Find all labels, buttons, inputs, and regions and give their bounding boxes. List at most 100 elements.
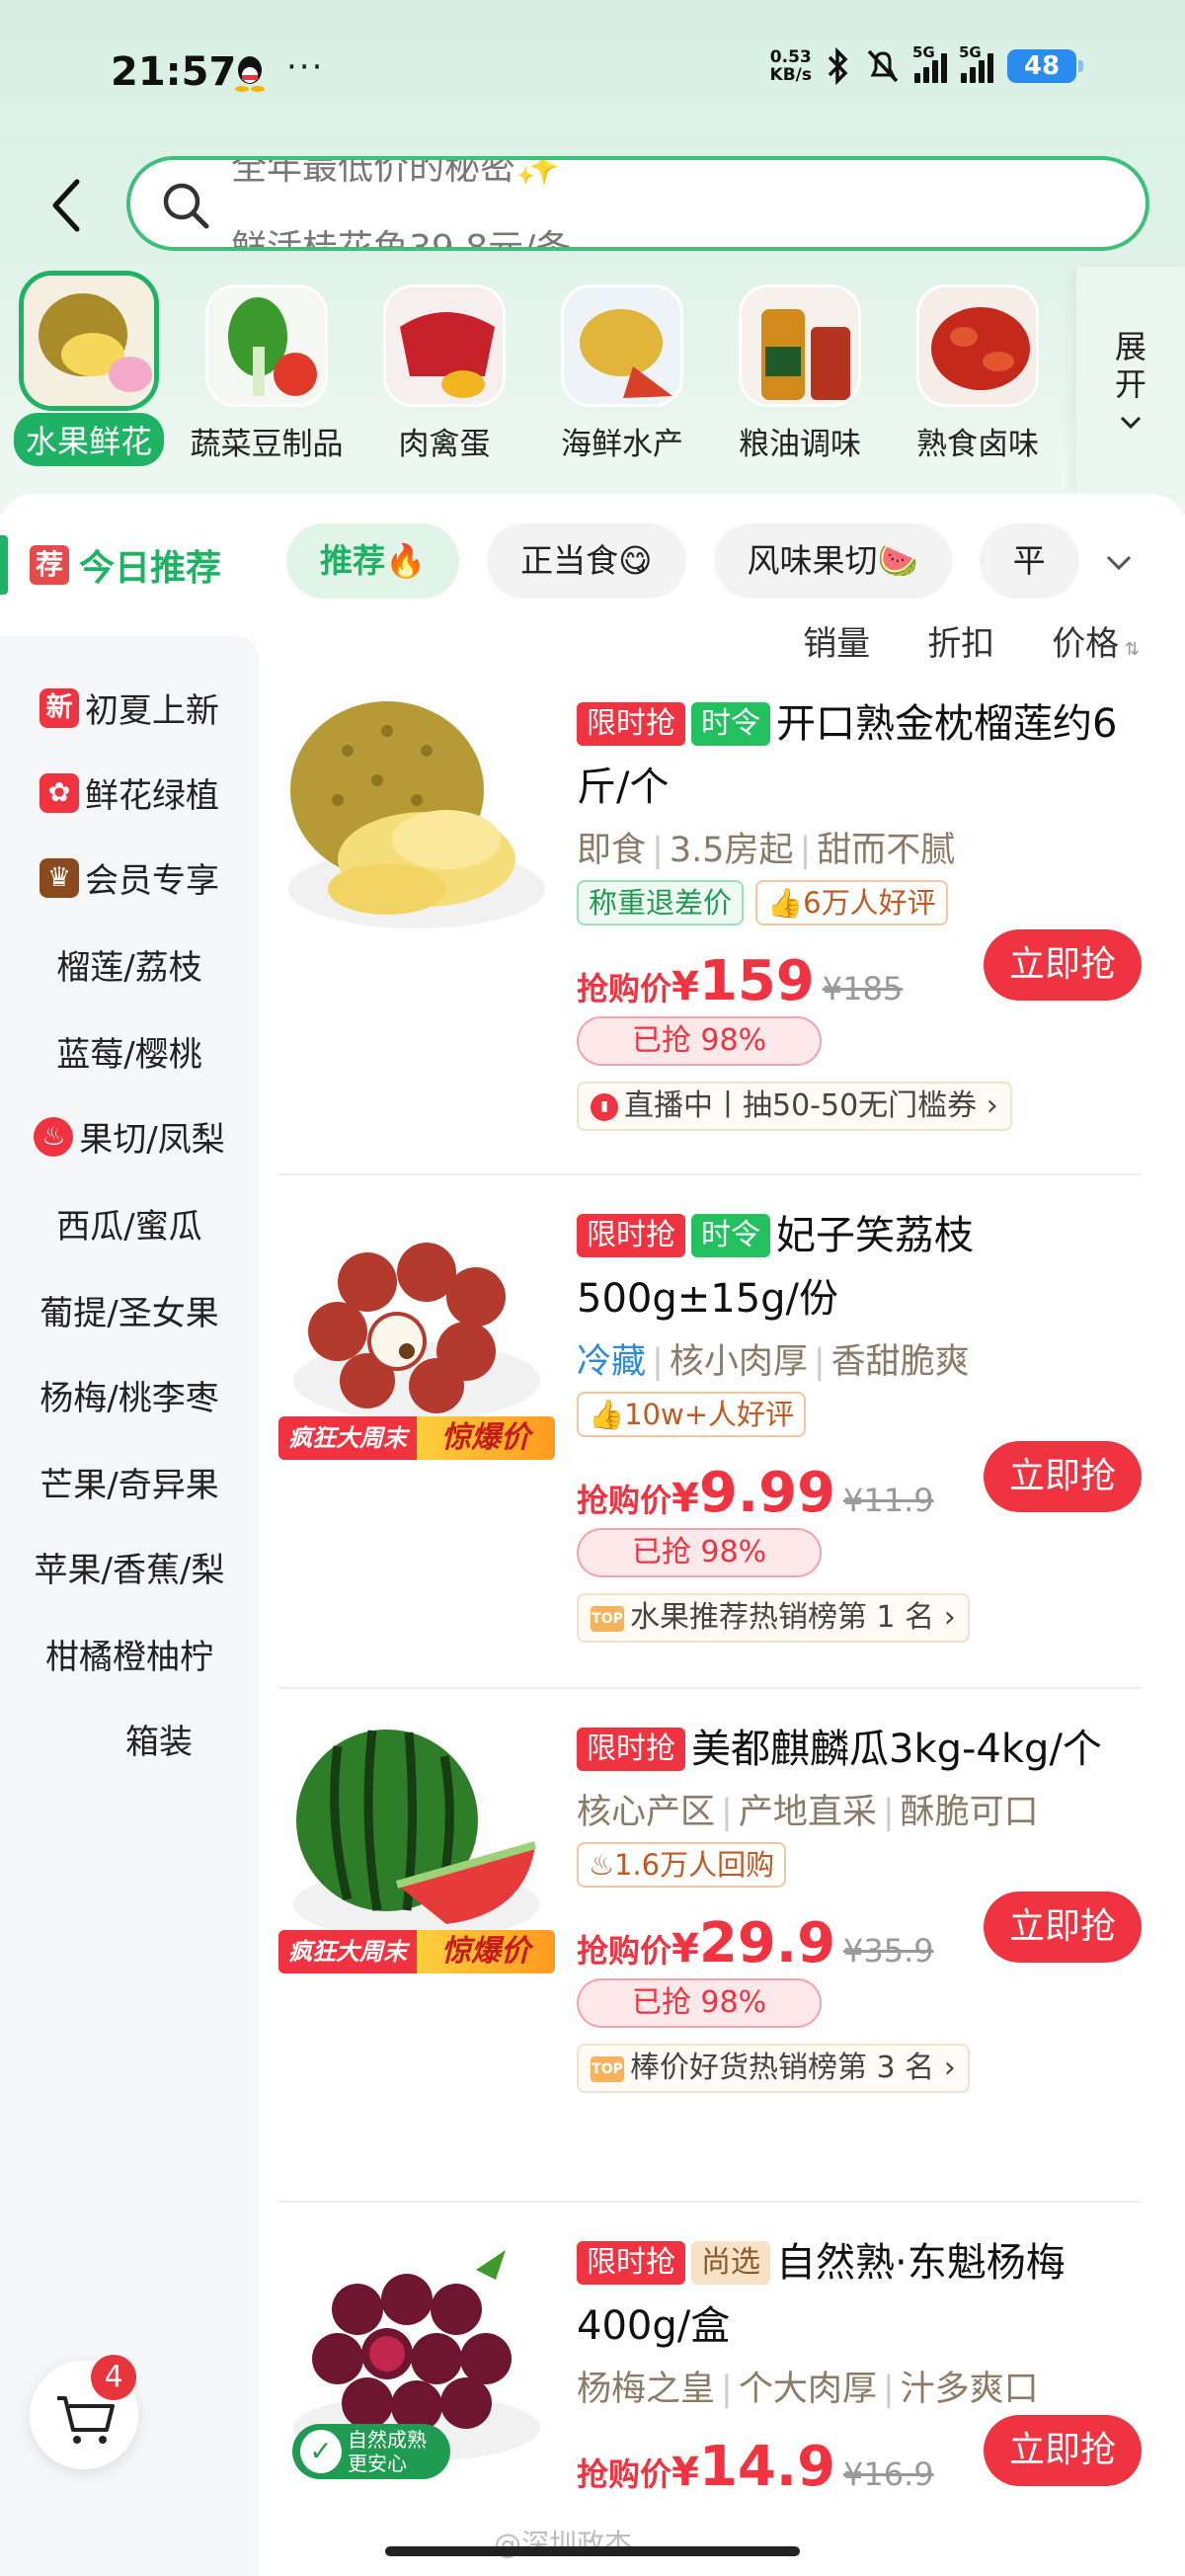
nav-item-flowers-plants[interactable]: ✿ 鲜花绿植 (0, 768, 259, 817)
sort-sales[interactable]: 销量 (803, 616, 870, 665)
expand-categories-button[interactable]: 展 开 (1076, 267, 1185, 494)
product-title: 限时抢 尚选 自然熟·东魁杨梅400g/盒 (577, 2240, 1066, 2349)
crown-icon: ♛ (40, 857, 79, 898)
product-price: 159 (698, 949, 815, 1013)
buy-now-button[interactable]: 立即抢 (984, 1892, 1142, 1963)
tag-seasonal: 时令 (691, 1214, 770, 1257)
search-placeholder: 鲜活桂花鱼39.8元/条 (231, 228, 572, 251)
nav-item-mango-kiwi[interactable]: 芒果/奇异果 (0, 1458, 259, 1506)
nav-item-watermelon-melon[interactable]: 西瓜/蜜瓜 (0, 1199, 259, 1248)
nav-item-fruit-cut-pineapple[interactable]: ♨ 果切/凤梨 (0, 1112, 259, 1161)
promo-banner: 疯狂大周末 惊爆价 (278, 1930, 555, 1973)
nav-item-summer-new[interactable]: 新 初夏上新 (0, 684, 259, 732)
search-bar[interactable]: 全年最低价的秘密✨ 鲜活桂花鱼39.8元/条 (126, 156, 1149, 251)
divider (278, 2201, 1142, 2203)
tag-flash-sale: 限时抢 (577, 1214, 685, 1257)
nav-item-blueberry-cherry[interactable]: 蓝莓/樱桃 (0, 1027, 259, 1076)
meat-thumbnail (383, 284, 506, 407)
rank-link[interactable]: TOP 水果推荐热销榜第 1 名 › (577, 1593, 970, 1643)
category-cooked-food[interactable]: 熟食卤味 (889, 265, 1066, 463)
oil-thumbnail (739, 284, 861, 407)
product-price: 14.9 (698, 2435, 836, 2499)
natural-ripe-badge: ✓ 自然成熟 更安心 (292, 2424, 450, 2479)
status-bar: 21:57 ··· 0.53 KB/s 5G 5G 48 (0, 0, 1185, 148)
watermark: @深圳政杰 (494, 2528, 633, 2560)
back-arrow-icon[interactable] (47, 176, 87, 235)
nav-item-apple-banana-pear[interactable]: 苹果/香蕉/梨 (0, 1543, 259, 1591)
search-rolling-hint-previous: 全年最低价的秘密✨ (231, 156, 560, 188)
product-title: 限时抢 时令 开口熟金枕榴莲约6斤/个 (577, 701, 1118, 810)
sort-bar: 销量 折扣 价格 ⇅ (803, 616, 1140, 665)
filter-chips: 推荐🔥 正当食😋 风味果切🍉 平 (286, 523, 1079, 599)
live-coupon-link[interactable]: ▮ 直播中丨抽50-50无门槛券 › (577, 1082, 1012, 1131)
chip-more[interactable]: 平 (979, 523, 1079, 599)
chip-meal[interactable]: 正当食😋 (487, 523, 686, 599)
nav-item-durian-lychee[interactable]: 榴莲/荔枝 (0, 940, 259, 989)
left-category-nav: 新 初夏上新 ✿ 鲜花绿植 ♛ 会员专享 榴莲/荔枝 蓝莓/樱桃 ♨ 果切/凤梨… (0, 636, 259, 2576)
product-attributes: 即食 | 3.5房起 | 甜而不腻 (577, 831, 956, 870)
qq-icon (235, 56, 265, 92)
thumbs-up-icon: 👍 (767, 886, 804, 920)
flower-icon: ✿ (40, 772, 79, 813)
badge-weight-refund: 称重退差价 (577, 880, 745, 926)
price-row: 抢购价¥9.99 ¥11.9 立即抢 (577, 1441, 1142, 1525)
chip-recommend[interactable]: 推荐🔥 (286, 523, 460, 599)
original-price: ¥185 (822, 970, 904, 1007)
nav-item-bayberry-peach[interactable]: 杨梅/桃李枣 (0, 1371, 259, 1419)
chip-fruit-cut[interactable]: 风味果切🍉 (713, 523, 952, 599)
product-price: 9.99 (698, 1461, 836, 1525)
home-indicator[interactable] (385, 2546, 800, 2556)
product-title: 限时抢 美都麒麟瓜3kg-4kg/个 (577, 1717, 1142, 1780)
cart-button[interactable]: 4 (30, 2355, 138, 2469)
more-notifications-icon: ··· (286, 47, 325, 87)
top-rank-icon: TOP (591, 1605, 624, 1632)
battery-icon: 48 (1007, 49, 1083, 83)
sold-progress: 已抢 98% (577, 1978, 822, 2028)
tag-premium: 尚选 (691, 2241, 770, 2285)
divider (278, 1687, 1142, 1689)
tag-flash-sale: 限时抢 (577, 2241, 685, 2285)
chips-expand-chevron-icon[interactable] (1104, 547, 1134, 577)
fire-icon: ♨ (589, 1848, 614, 1882)
original-price: ¥11.9 (843, 1482, 934, 1519)
durian-thumbnail (19, 271, 159, 411)
category-meat-poultry-eggs[interactable]: 肉禽蛋 (356, 265, 533, 463)
buy-now-button[interactable]: 立即抢 (984, 2415, 1142, 2486)
new-badge-icon: 新 (40, 687, 79, 728)
buy-now-button[interactable]: 立即抢 (984, 929, 1142, 1001)
sold-progress: 已抢 98% (577, 1016, 822, 1066)
sort-price[interactable]: 价格 ⇅ (1052, 616, 1140, 665)
badge-reviews: 👍10w+人好评 (577, 1392, 807, 1437)
top-rank-icon: TOP (591, 2055, 624, 2082)
price-row: 抢购价¥159 ¥185 立即抢 (577, 929, 1142, 1013)
rank-link[interactable]: TOP 棒价好货热销榜第 3 名 › (577, 2044, 970, 2093)
category-vegetables-tofu[interactable]: 蔬菜豆制品 (178, 265, 356, 463)
nav-item-member[interactable]: ♛ 会员专享 (0, 853, 259, 902)
nav-item-grape-tomato[interactable]: 葡提/圣女果 (0, 1286, 259, 1334)
durian-image (288, 701, 545, 928)
product-title: 限时抢 时令 妃子笑荔枝500g±15g/份 (577, 1213, 974, 1322)
price-row: 抢购价¥29.9 ¥35.9 立即抢 (577, 1892, 1142, 1975)
product-price: 29.9 (698, 1911, 836, 1975)
category-row: 水果鲜花 蔬菜豆制品 肉禽蛋 海鲜水产 粮油调味 熟食卤味 (0, 265, 1076, 482)
nav-item-citrus[interactable]: 柑橘橙柚柠 (0, 1630, 259, 1678)
today-recommend-tab[interactable]: 荐 今日推荐 (0, 533, 221, 597)
product-attributes: 核心产区 | 产地直采 | 酥脆可口 (577, 1793, 1039, 1832)
sold-progress: 已抢 98% (577, 1528, 822, 1577)
live-icon: ▮ (591, 1092, 618, 1121)
divider (278, 1173, 1142, 1175)
tag-flash-sale: 限时抢 (577, 702, 685, 746)
chevron-down-icon (1120, 416, 1142, 430)
recommend-icon: 荐 (30, 545, 69, 585)
category-fruit-flowers[interactable]: 水果鲜花 (0, 265, 178, 466)
signal-sim2-icon: 5G (959, 43, 993, 83)
category-grain-oil-seasoning[interactable]: 粮油调味 (711, 265, 889, 463)
product-attributes: 杨梅之皇 | 个大肉厚 | 汁多爽口 (577, 2370, 1039, 2409)
nav-item-boxed[interactable]: 箱装 (0, 1715, 259, 1763)
seafood-thumbnail (561, 284, 683, 407)
buy-now-button[interactable]: 立即抢 (984, 1441, 1142, 1512)
bluetooth-icon (828, 47, 848, 85)
sort-discount[interactable]: 折扣 (927, 616, 994, 665)
promo-banner: 疯狂大周末 惊爆价 (278, 1416, 555, 1460)
category-seafood[interactable]: 海鲜水产 (533, 265, 711, 463)
